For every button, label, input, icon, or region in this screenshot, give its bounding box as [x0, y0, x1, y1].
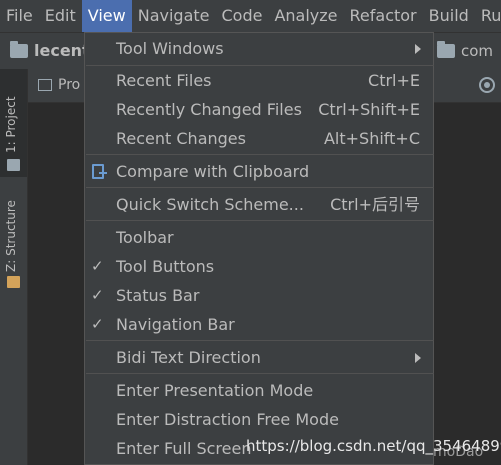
menu-item-label: Enter Distraction Free Mode	[116, 410, 339, 429]
tool-window-title[interactable]: Pro	[38, 77, 80, 93]
left-tool-stripe: 1: Project Z: Structure	[0, 69, 28, 465]
menu-separator	[86, 340, 434, 341]
project-icon	[7, 159, 20, 171]
menu-item-label: Tool Buttons	[116, 257, 215, 276]
menu-item-shortcut: Ctrl+E	[368, 71, 420, 90]
menu-separator	[86, 154, 434, 155]
menu-build[interactable]: Build	[423, 0, 475, 32]
folder-icon	[10, 40, 28, 58]
menu-analyze[interactable]: Analyze	[268, 0, 343, 32]
clipboard-icon	[92, 164, 107, 179]
submenu-arrow-icon	[415, 353, 421, 363]
menu-item-compare-with-clipboard[interactable]: Compare with Clipboard	[85, 157, 433, 186]
menu-item-tool-windows[interactable]: Tool Windows	[85, 34, 433, 63]
menu-item-shortcut: Ctrl+后引号	[330, 195, 420, 214]
menu-item-label: Status Bar	[116, 286, 200, 305]
menu-item-tool-buttons[interactable]: ✓ Tool Buttons	[85, 252, 433, 281]
menu-item-label: Compare with Clipboard	[116, 162, 310, 181]
menu-separator	[86, 220, 434, 221]
menu-item-label: Navigation Bar	[116, 315, 235, 334]
menu-item-toolbar[interactable]: Toolbar	[85, 223, 433, 252]
menu-item-quick-switch-scheme[interactable]: Quick Switch Scheme... Ctrl+后引号	[85, 190, 433, 219]
submenu-arrow-icon	[415, 44, 421, 54]
menu-item-label: Bidi Text Direction	[116, 348, 261, 367]
project-name: lecent	[34, 41, 90, 60]
menu-code[interactable]: Code	[216, 0, 269, 32]
menu-item-presentation-mode[interactable]: Enter Presentation Mode	[85, 376, 433, 405]
menu-item-label: Toolbar	[116, 228, 174, 247]
menu-bar: File Edit View Navigate Code Analyze Ref…	[0, 0, 501, 32]
structure-icon	[7, 276, 20, 288]
menu-item-label: Tool Windows	[116, 39, 224, 58]
menu-item-navigation-bar[interactable]: ✓ Navigation Bar	[85, 310, 433, 339]
menu-item-bidi-text-direction[interactable]: Bidi Text Direction	[85, 343, 433, 372]
menu-item-label: Recent Changes	[116, 129, 246, 148]
menu-item-label: Enter Full Screen	[116, 439, 252, 458]
tab-project-label: 1: Project	[4, 96, 18, 153]
menu-item-shortcut: Ctrl+Shift+E	[318, 100, 420, 119]
menu-navigate[interactable]: Navigate	[132, 0, 216, 32]
checkmark-icon: ✓	[91, 286, 104, 304]
menu-file[interactable]: File	[0, 0, 39, 32]
menu-item-label: Recent Files	[116, 71, 212, 90]
menu-item-recent-files[interactable]: Recent Files Ctrl+E	[85, 66, 433, 95]
settings-gear-icon[interactable]	[479, 77, 495, 93]
breadcrumb-project[interactable]: lecent	[10, 40, 90, 60]
tool-window-title-label: Pro	[58, 77, 81, 93]
menu-item-label: Quick Switch Scheme...	[116, 195, 304, 214]
menu-refactor[interactable]: Refactor	[344, 0, 423, 32]
menu-item-label: Enter Presentation Mode	[116, 381, 314, 400]
menu-item-shortcut: Alt+Shift+C	[323, 129, 420, 148]
breadcrumb-com-label: com	[461, 42, 494, 60]
tab-structure-label: Z: Structure	[4, 200, 18, 272]
menu-separator	[86, 187, 434, 188]
menu-separator	[86, 373, 434, 374]
watermark-url: https://blog.csdn.net/qq_35464899	[246, 437, 501, 455]
checkmark-icon: ✓	[91, 315, 104, 333]
menu-item-recently-changed-files[interactable]: Recently Changed Files Ctrl+Shift+E	[85, 95, 433, 124]
menu-item-label: Recently Changed Files	[116, 100, 302, 119]
view-menu-dropdown: Tool Windows Recent Files Ctrl+E Recentl…	[84, 32, 434, 465]
menu-run[interactable]: Ru	[475, 0, 501, 32]
tab-structure[interactable]: Z: Structure	[0, 184, 27, 292]
checkmark-icon: ✓	[91, 257, 104, 275]
menu-edit[interactable]: Edit	[39, 0, 82, 32]
menu-view[interactable]: View	[81, 0, 132, 32]
menu-item-distraction-free-mode[interactable]: Enter Distraction Free Mode	[85, 405, 433, 434]
menu-item-recent-changes[interactable]: Recent Changes Alt+Shift+C	[85, 124, 433, 153]
folder-icon	[437, 41, 455, 58]
breadcrumb-com[interactable]: com	[437, 41, 494, 60]
tab-project[interactable]: 1: Project	[0, 69, 27, 177]
project-view-icon	[38, 79, 52, 91]
menu-item-status-bar[interactable]: ✓ Status Bar	[85, 281, 433, 310]
